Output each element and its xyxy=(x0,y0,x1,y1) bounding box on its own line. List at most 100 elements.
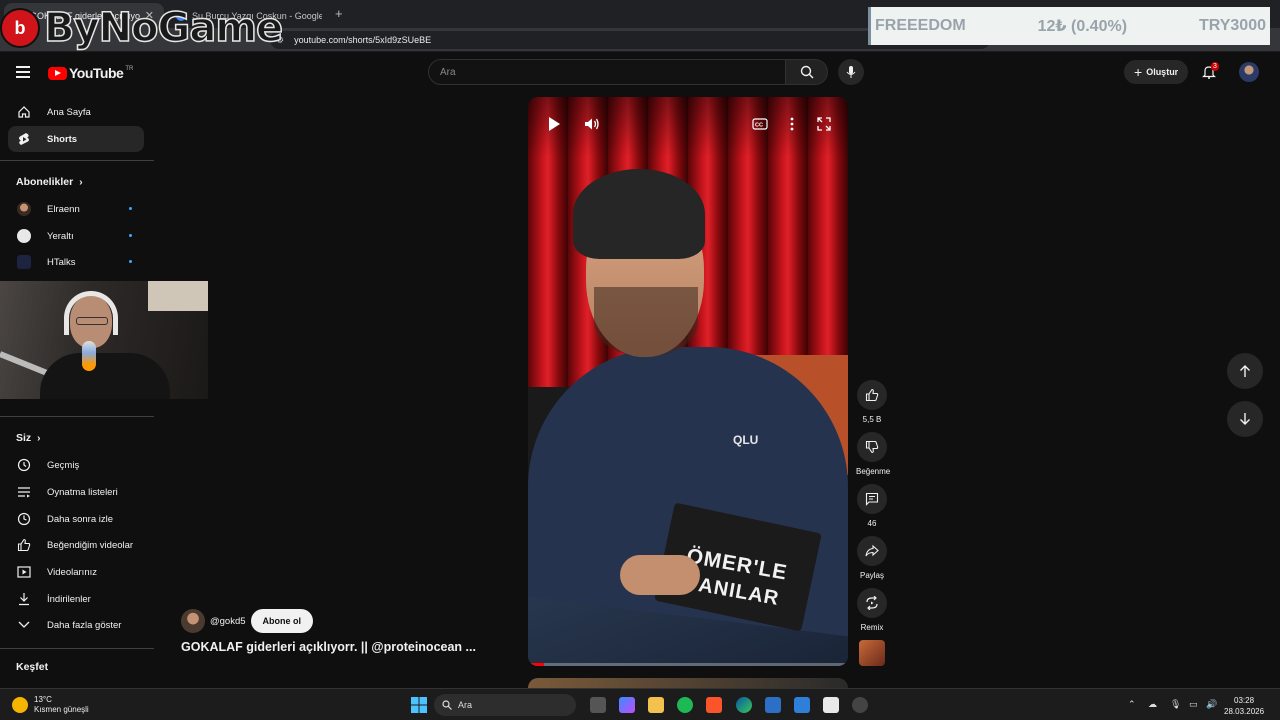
windows-start-icon[interactable] xyxy=(411,697,427,713)
comments-action[interactable]: 46 xyxy=(856,484,888,528)
share-action[interactable]: Paylaş xyxy=(856,536,888,580)
sidebar-item-label: Ana Sayfa xyxy=(47,106,91,118)
fullscreen-icon xyxy=(817,117,831,131)
chevron-down-icon xyxy=(17,618,31,632)
chevron-right-icon: › xyxy=(37,432,41,444)
sidebar-item-elraenn[interactable]: Elraenn xyxy=(8,196,144,222)
voice-search-button[interactable] xyxy=(838,59,864,85)
play-button[interactable] xyxy=(545,115,563,133)
dislike-action[interactable]: Beğenme xyxy=(856,432,891,476)
ticker-change: 12₺ (0.40%) xyxy=(1037,18,1128,35)
streamer-body xyxy=(40,353,170,399)
sidebar-item-liked-videos[interactable]: Beğendiğim videolar xyxy=(8,532,144,558)
you-title: Siz xyxy=(16,432,32,444)
arrow-down-icon xyxy=(1240,413,1250,425)
next-short-button[interactable] xyxy=(1227,401,1263,437)
clock-date: 28.03.2026 xyxy=(1224,707,1265,716)
sidebar-item-show-more[interactable]: Daha fazla göster xyxy=(8,612,144,638)
sidebar-item-your-videos[interactable]: Videolarınız xyxy=(8,559,144,585)
settings-gear-icon[interactable] xyxy=(852,697,868,713)
clock-icon xyxy=(17,512,31,526)
remix-action[interactable]: Remix xyxy=(856,588,888,632)
task-view-icon[interactable] xyxy=(590,697,606,713)
sidebar-item-history[interactable]: Geçmiş xyxy=(8,452,144,478)
country-code: TR xyxy=(125,65,134,72)
donation-ticker: FREEEDOM 12₺ (0.40%) TRY3000 xyxy=(868,7,1270,45)
share-label: Paylaş xyxy=(859,571,884,580)
search-input[interactable]: Ara xyxy=(428,59,786,85)
background-shelf xyxy=(148,281,208,311)
system-clock[interactable]: 03:28 28.03.2026 xyxy=(1224,695,1264,717)
you-header[interactable]: Siz › xyxy=(16,432,41,444)
dislike-label: Beğenme xyxy=(856,467,891,476)
create-button[interactable]: + Oluştur xyxy=(1124,60,1189,84)
sidebar-item-playlists[interactable]: Oynatma listeleri xyxy=(8,479,144,505)
volume-tray-icon[interactable]: 🔊 xyxy=(1206,699,1217,710)
mail-icon[interactable] xyxy=(794,697,810,713)
explore-header: Keşfet xyxy=(16,661,48,673)
show-hidden-icons[interactable]: ⌃ xyxy=(1128,699,1136,710)
microsoft-store-icon[interactable] xyxy=(765,697,781,713)
youtube-logo[interactable]: YouTube TR xyxy=(48,65,133,81)
sidebar-item-htalks[interactable]: HTalks xyxy=(8,249,144,275)
previous-short-button[interactable] xyxy=(1227,353,1263,389)
subscriptions-title: Abonelikler xyxy=(16,176,74,188)
more-options-button[interactable] xyxy=(783,115,801,133)
weather-widget[interactable]: 13°C Kısmen güneşli xyxy=(12,695,89,715)
sidebar-item-label: Geçmiş xyxy=(47,459,80,471)
taskbar-search[interactable]: Ara xyxy=(434,694,576,716)
bynogame-watermark-logo: b ByNoGame xyxy=(0,2,284,54)
sidebar-item-watch-later[interactable]: Daha sonra izle xyxy=(8,506,144,532)
menu-icon[interactable] xyxy=(16,66,30,78)
channel-avatar[interactable] xyxy=(181,609,205,633)
captions-button[interactable]: CC xyxy=(751,115,769,133)
edge-browser-icon[interactable] xyxy=(736,697,752,713)
more-vert-icon xyxy=(790,117,794,131)
sidebar-item-home[interactable]: Ana Sayfa xyxy=(8,99,144,125)
shirt-brand: QLU xyxy=(733,433,759,447)
channel-avatar xyxy=(17,229,31,243)
network-icon[interactable]: ▭ xyxy=(1189,699,1198,710)
taskbar-search-label: Ara xyxy=(458,700,473,710)
like-action[interactable]: 5,5 B xyxy=(856,380,888,424)
short-title[interactable]: GOKALAF giderleri açıklıyorr. || @protei… xyxy=(181,640,476,654)
brave-browser-icon[interactable] xyxy=(706,697,722,713)
mic-tray-icon[interactable]: 🎙 xyxy=(1170,699,1181,710)
video-progress-bar[interactable] xyxy=(528,663,848,666)
watermark-text: ByNoGame xyxy=(43,4,284,52)
sound-thumbnail[interactable] xyxy=(859,640,885,666)
file-explorer-icon[interactable] xyxy=(648,697,664,713)
app-window-icon[interactable] xyxy=(823,697,839,713)
spotify-icon[interactable] xyxy=(677,697,693,713)
weather-desc: Kısmen güneşli xyxy=(34,705,89,714)
notifications-button[interactable]: 3 xyxy=(1202,62,1219,84)
remix-icon xyxy=(866,596,878,610)
youtube-play-icon xyxy=(48,66,67,80)
shorts-video-player[interactable]: QLU ÖMER'LE ANILAR CC xyxy=(528,97,848,666)
comment-count: 46 xyxy=(867,519,877,528)
microphone-icon xyxy=(82,341,96,371)
subscriptions-header[interactable]: Abonelikler › xyxy=(16,176,83,188)
sidebar-item-label: HTalks xyxy=(47,256,76,268)
cloud-icon[interactable]: ☁ xyxy=(1148,699,1157,710)
account-avatar[interactable] xyxy=(1239,62,1259,82)
copilot-icon[interactable] xyxy=(619,697,635,713)
channel-handle[interactable]: @gokd5 xyxy=(210,616,246,627)
fullscreen-button[interactable] xyxy=(815,115,833,133)
new-tab-button[interactable]: + xyxy=(335,6,343,21)
sidebar-item-label: Yeraltı xyxy=(47,230,74,242)
sidebar-item-downloads[interactable]: İndirilenler xyxy=(8,586,144,612)
playlist-icon xyxy=(17,485,31,499)
person-hand xyxy=(620,555,700,595)
shorts-icon xyxy=(17,132,31,146)
sidebar-item-label: Daha sonra izle xyxy=(47,513,114,525)
like-icon xyxy=(865,388,879,402)
search-button[interactable] xyxy=(786,59,828,85)
youtube-header: YouTube TR Ara + Oluştur 3 xyxy=(0,52,1280,92)
weather-temp: 13°C xyxy=(34,695,52,704)
sidebar-item-label: İndirilenler xyxy=(47,593,91,605)
subscribe-button[interactable]: Abone ol xyxy=(250,609,314,633)
sidebar-item-yeralti[interactable]: Yeraltı xyxy=(8,223,144,249)
sidebar-item-shorts[interactable]: Shorts xyxy=(8,126,144,152)
volume-button[interactable] xyxy=(583,115,601,133)
